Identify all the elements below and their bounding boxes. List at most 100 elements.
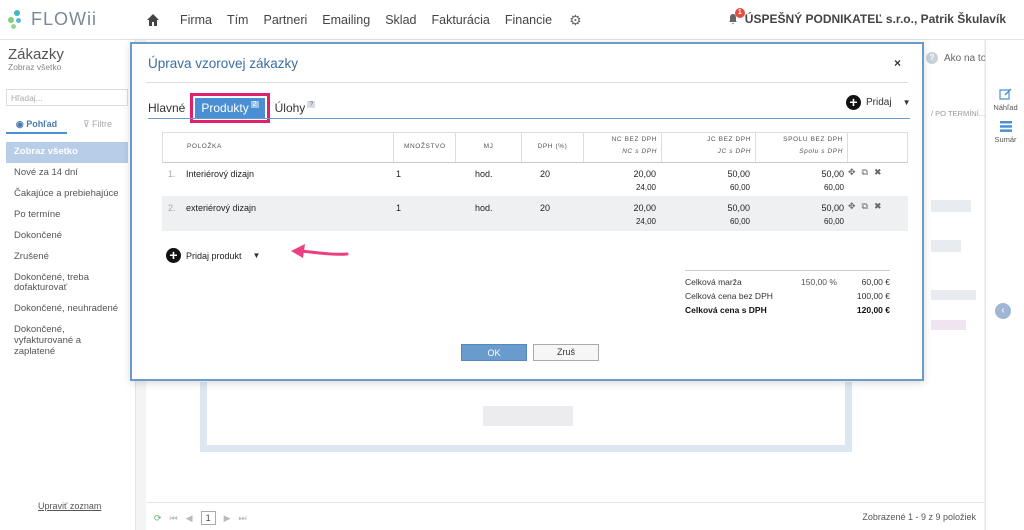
tab-view[interactable]: ◉ Pohľad	[6, 116, 67, 134]
sidebar-item-done[interactable]: Dokončené	[6, 226, 128, 247]
tab-products-badge: 2	[250, 101, 259, 108]
row-total-vat: 60,00	[823, 183, 844, 192]
sidebar-item-to-invoice[interactable]: Dokončené, treba dofakturovať	[6, 268, 128, 300]
row-index: 2.	[168, 203, 176, 213]
margin-label: Celková marža	[685, 277, 742, 287]
bell-icon[interactable]: 1	[727, 8, 745, 25]
refresh-icon[interactable]: ⟳	[154, 513, 162, 524]
first-page-icon[interactable]: ⏮	[170, 513, 178, 524]
nav-item-fakturacia[interactable]: Fakturácia	[431, 13, 489, 27]
home-icon[interactable]	[146, 13, 160, 27]
price-summary: Celková marža 150,00 % 60,00 € Celková c…	[685, 270, 890, 319]
sidebar-item-pending[interactable]: Čakajúce a prebiehajúce	[6, 184, 128, 205]
help-icon: ?	[926, 52, 938, 64]
tab-products-label: Produkty	[201, 101, 249, 115]
copy-icon[interactable]: ⧉	[862, 167, 868, 178]
copy-icon[interactable]: ⧉	[862, 201, 868, 212]
close-icon[interactable]: ✖	[874, 167, 882, 178]
col-item-label: POLOŽKA	[187, 143, 222, 150]
nav-item-firma[interactable]: Firma	[180, 13, 212, 27]
modal-tabs: Hlavné Produkty 2 Úlohy?	[148, 93, 325, 123]
col-nc: NC BEZ DPH NC s DPH	[583, 133, 661, 162]
next-page-icon[interactable]: ▶	[224, 513, 231, 524]
row-qty[interactable]: 1	[396, 169, 401, 179]
gross-value: 120,00 €	[856, 305, 890, 315]
move-icon[interactable]: ✥	[848, 167, 856, 178]
row-vat[interactable]: 20	[540, 169, 550, 179]
blurred-content	[931, 320, 966, 330]
row-total: 50,00	[821, 169, 844, 179]
row-nc[interactable]: 20,00	[633, 169, 656, 179]
row-unit[interactable]: hod.	[475, 169, 493, 179]
blurred-content	[931, 200, 971, 212]
summary-net: Celková cena bez DPH 100,00 €	[685, 291, 890, 305]
logo-text: FLOWii	[31, 9, 97, 29]
sidebar-item-paid[interactable]: Dokončené, vyfakturované a zaplatené	[6, 320, 128, 363]
close-icon[interactable]: ✖	[874, 201, 882, 212]
row-actions: ✥ ⧉ ✖	[848, 201, 882, 212]
move-icon[interactable]: ✥	[848, 201, 856, 212]
tab-products[interactable]: Produkty 2	[190, 93, 270, 123]
preview-button[interactable]: Náhľad	[986, 88, 1024, 112]
company-user[interactable]: 1 ÚSPEŠNÝ PODNIKATEĽ s.r.o., Patrik Škul…	[727, 8, 1006, 26]
row-total: 50,00	[821, 203, 844, 213]
row-name[interactable]: exteriérový dizajn	[186, 203, 256, 213]
nav-item-emailing[interactable]: Emailing	[322, 13, 370, 27]
row-jc-vat: 60,00	[729, 183, 750, 192]
modal-divider	[146, 82, 908, 83]
sidebar-list: Zobraz všetko Nové za 14 dní Čakajúce a …	[6, 142, 128, 363]
col-jc-sub: JC s DPH	[717, 148, 751, 155]
sidebar-item-unpaid[interactable]: Dokončené, neuhradené	[6, 299, 128, 320]
cancel-button[interactable]: Zruš	[533, 344, 599, 361]
ok-button[interactable]: OK	[461, 344, 527, 361]
row-jc[interactable]: 50,00	[727, 169, 750, 179]
pointer-arrow-icon	[291, 244, 349, 258]
blurred-content	[483, 406, 573, 426]
current-page[interactable]: 1	[200, 511, 216, 525]
nav-item-tim[interactable]: Tím	[227, 13, 249, 27]
gear-icon[interactable]: ⚙	[569, 12, 582, 29]
table-row[interactable]: 2. exteriérový dizajn 1 hod. 20 20,00 24…	[162, 197, 908, 231]
prev-page-icon[interactable]: ◀	[186, 513, 193, 524]
flowii-logo[interactable]: FLOWii	[8, 9, 97, 30]
row-name[interactable]: Interiérový dizajn	[186, 169, 254, 179]
add-button[interactable]: + Pridaj ▼	[846, 95, 911, 110]
col-item: POLOŽKA	[187, 133, 393, 162]
close-icon[interactable]: ×	[894, 56, 901, 70]
row-nc[interactable]: 20,00	[633, 203, 656, 213]
sidebar-tabs: ◉ Pohľad ⊽ Filtre	[6, 116, 128, 134]
sidebar-item-new[interactable]: Nové za 14 dní	[6, 163, 128, 184]
edit-list-link[interactable]: Upraviť zoznam	[38, 501, 101, 511]
sidebar-item-cancelled[interactable]: Zrušené	[6, 247, 128, 268]
chevron-left-icon[interactable]: ‹	[995, 303, 1011, 319]
col-actions	[847, 133, 907, 162]
row-jc[interactable]: 50,00	[727, 203, 750, 213]
nav-item-sklad[interactable]: Sklad	[385, 13, 416, 27]
company-name: ÚSPEŠNÝ PODNIKATEĽ s.r.o., Patrik Škulav…	[744, 12, 1006, 26]
row-unit[interactable]: hod.	[475, 203, 493, 213]
item-count: Zobrazené 1 - 9 z 9 položiek	[862, 512, 976, 522]
bottom-pagination-bar: ⟳ ⏮ ◀ 1 ▶ ⏭ Zobrazené 1 - 9 z 9 položiek	[146, 502, 984, 530]
nav-item-partneri[interactable]: Partneri	[263, 13, 307, 27]
background-column-header: / PO TERMÍNÍ...	[931, 109, 986, 118]
table-header: POLOŽKA MNOŽSTVO MJ DPH (%) NC BEZ DPH NC…	[162, 132, 908, 163]
sidebar-item-overdue[interactable]: Po termíne	[6, 205, 128, 226]
tab-main[interactable]: Hlavné	[148, 101, 185, 118]
row-qty[interactable]: 1	[396, 203, 401, 213]
sidebar-item-all[interactable]: Zobraz všetko	[6, 142, 128, 163]
col-qty-label: MNOŽSTVO	[404, 143, 446, 150]
row-index: 1.	[168, 169, 176, 179]
row-nc-vat: 24,00	[635, 183, 656, 192]
tab-tasks[interactable]: Úlohy?	[275, 101, 316, 118]
net-value: 100,00 €	[856, 291, 890, 301]
add-product-button[interactable]: + Pridaj produkt ▼	[166, 248, 260, 263]
summary-button[interactable]: Sumár	[986, 120, 1024, 144]
row-vat[interactable]: 20	[540, 203, 550, 213]
table-row[interactable]: 1. Interiérový dizajn 1 hod. 20 20,00 24…	[162, 163, 908, 197]
list-icon	[999, 121, 1012, 132]
nav-item-financie[interactable]: Financie	[505, 13, 552, 27]
last-page-icon[interactable]: ⏭	[239, 513, 247, 524]
tab-filters[interactable]: ⊽ Filtre	[67, 116, 128, 134]
sidebar-search-input[interactable]: Hľadaj...	[6, 89, 128, 106]
preview-label: Náhľad	[993, 103, 1018, 112]
